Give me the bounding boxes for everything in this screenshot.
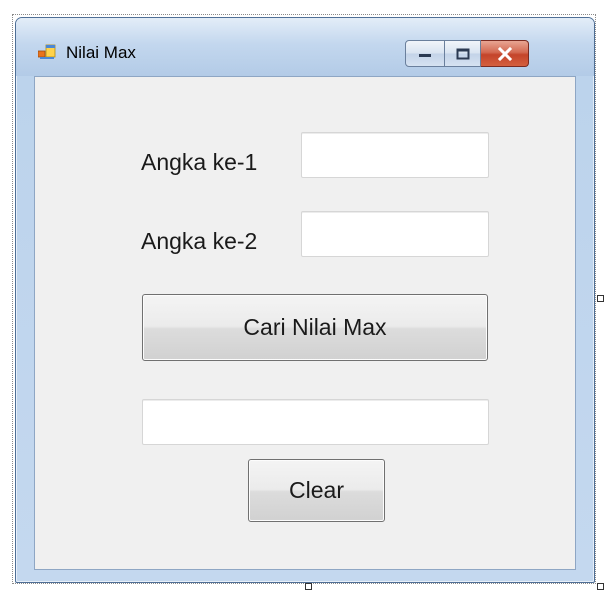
label-angka-2: Angka ke-2: [141, 228, 258, 254]
window-title: Nilai Max: [66, 43, 136, 62]
resize-grip-corner[interactable]: [597, 583, 604, 590]
resize-grip-right[interactable]: [597, 295, 604, 302]
close-icon: [497, 46, 512, 61]
maximize-icon: [456, 48, 469, 59]
title-bar[interactable]: Nilai Max: [16, 18, 594, 76]
minimize-icon: [419, 53, 431, 57]
result-output[interactable]: [142, 399, 489, 445]
form-window: Nilai Max Angka ke-1 Angka ke-2 Cari Nil…: [15, 17, 595, 583]
application-icon: [38, 44, 56, 59]
close-button[interactable]: [481, 40, 529, 67]
angka-2-input[interactable]: [301, 211, 489, 257]
form-client-area: Angka ke-1 Angka ke-2 Cari Nilai Max Cle…: [34, 76, 576, 570]
minimize-button[interactable]: [405, 40, 445, 67]
resize-grip-bottom[interactable]: [305, 583, 312, 590]
find-max-button[interactable]: Cari Nilai Max: [142, 294, 488, 361]
label-angka-1: Angka ke-1: [141, 149, 258, 175]
maximize-button[interactable]: [445, 40, 481, 67]
clear-button[interactable]: Clear: [248, 459, 385, 522]
angka-1-input[interactable]: [301, 132, 489, 178]
